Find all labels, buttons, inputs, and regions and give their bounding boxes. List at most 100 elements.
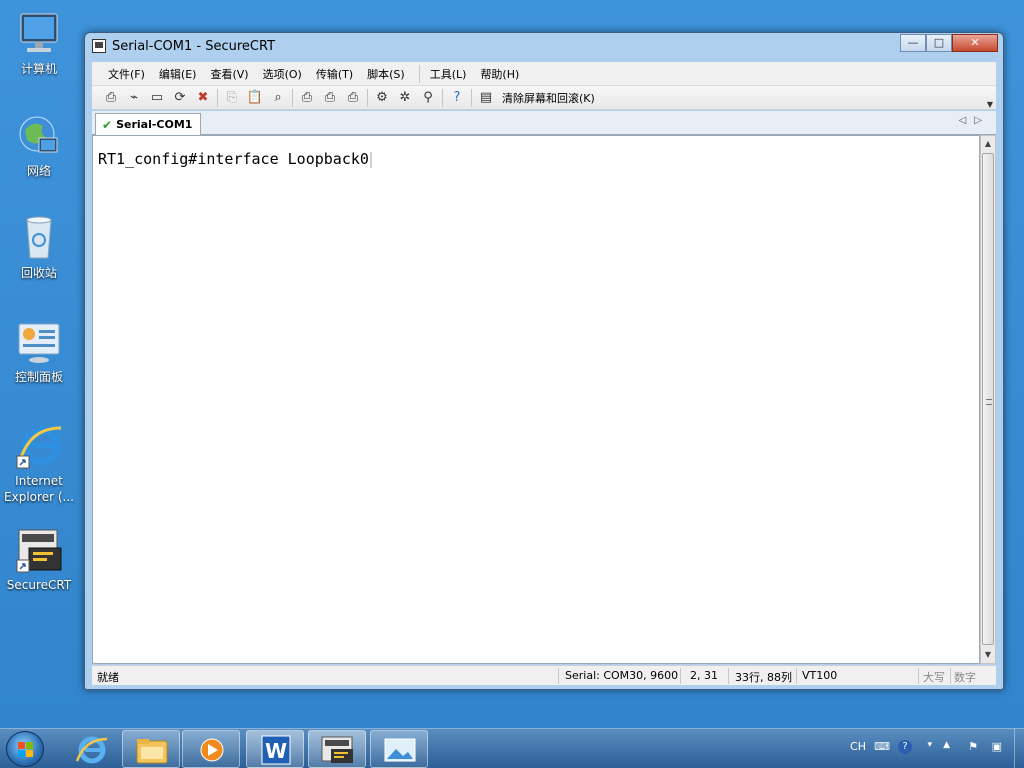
picture-viewer-icon: [384, 738, 416, 762]
language-indicator[interactable]: CH: [850, 740, 866, 753]
print-screen-icon[interactable]: ⎙: [298, 89, 316, 107]
status-bar: 就绪 Serial: COM30, 9600 2, 31 33行, 88列 VT…: [92, 665, 996, 685]
keymap-icon[interactable]: ⚲: [419, 89, 437, 107]
session-options-icon[interactable]: ⚙: [373, 89, 391, 107]
disconnect-icon[interactable]: ✖: [194, 89, 212, 107]
find-icon[interactable]: ⌕: [269, 89, 287, 107]
quick-connect-icon[interactable]: ⌁: [125, 89, 143, 107]
taskbar-securecrt[interactable]: [308, 730, 366, 768]
terminal-line: RT1_config#interface Loopback0: [98, 150, 372, 168]
securecrt-icon: [321, 736, 353, 763]
window-title: Serial-COM1 - SecureCRT: [112, 39, 276, 54]
start-button[interactable]: [6, 731, 44, 767]
menu-edit[interactable]: 编辑(E): [159, 66, 197, 82]
desktop-icon-control-panel[interactable]: 控制面板: [0, 318, 78, 385]
tab-scroll-left-icon[interactable]: ◁: [959, 115, 975, 126]
toolbar-overflow-icon[interactable]: ▼: [987, 100, 993, 109]
network-globe-icon: [15, 112, 63, 160]
taskbar-internet-explorer[interactable]: [62, 730, 120, 768]
connect-icon[interactable]: ⎙: [102, 89, 120, 107]
maximize-button[interactable]: □: [926, 34, 952, 52]
computer-icon: [15, 10, 63, 58]
help-icon[interactable]: ?: [448, 89, 466, 107]
taskbar-picture-viewer[interactable]: [370, 730, 428, 768]
desktop-icon-label: 控制面板: [14, 370, 63, 384]
status-divider: [918, 668, 919, 684]
status-ready: 就绪: [97, 671, 119, 684]
toolbar-separator: [217, 88, 218, 107]
desktop-icon-securecrt[interactable]: SecureCRT: [0, 526, 78, 593]
minimize-button[interactable]: —: [900, 34, 926, 52]
menu-options[interactable]: 选项(O): [263, 66, 302, 82]
toolbar-separator: [471, 88, 472, 107]
app-icon: [92, 39, 106, 53]
status-divider: [796, 668, 797, 684]
desktop-icon-label: Internet Explorer (...: [4, 474, 74, 504]
tab-serial-com1[interactable]: ✔ Serial-COM1: [95, 113, 202, 135]
menu-bar: 文件(F) 编辑(E) 查看(V) 选项(O) 传输(T) 脚本(S) 工具(L…: [92, 62, 996, 86]
toolbar: ⎙ ⌁ ▭ ⟳ ✖ ⎘ 📋 ⌕ ⎙ ⎙ ⎙ ⚙ ✲ ⚲ ? ▤ 清除屏幕和回滚(…: [92, 86, 996, 110]
tab-scroll-right-icon[interactable]: ▷: [974, 115, 990, 126]
print-icon[interactable]: ⎙: [344, 89, 362, 107]
taskbar-file-explorer[interactable]: [122, 730, 180, 768]
scroll-down-icon[interactable]: ▼: [981, 647, 995, 663]
desktop-icon-internet-explorer[interactable]: Internet Explorer (...: [0, 422, 78, 505]
session-tab-bar: ✔ Serial-COM1 ◁▷: [92, 111, 996, 135]
status-divider: [680, 668, 681, 684]
menu-help[interactable]: 帮助(H): [480, 66, 519, 82]
action-center-flag-icon[interactable]: ⚑: [968, 740, 978, 753]
taskbar: W CH ⌨ ? ▾ ▲ ⚑ ▣: [0, 728, 1024, 768]
status-connection: Serial: COM30, 9600: [565, 669, 679, 682]
terminal-text: RT1_config#interface Loopback0: [98, 150, 369, 168]
global-options-icon[interactable]: ✲: [396, 89, 414, 107]
menu-separator: [418, 64, 420, 83]
tab-scroll-arrows: ◁▷: [959, 115, 990, 126]
status-cursor-position: 2, 31: [690, 669, 718, 682]
show-hidden-icons-icon[interactable]: ▲: [943, 740, 950, 750]
connected-check-icon: ✔: [102, 117, 113, 132]
vertical-scrollbar[interactable]: ▲ ▼: [980, 135, 996, 664]
show-desktop-button[interactable]: [1014, 729, 1024, 768]
windows-logo-icon: [18, 742, 34, 758]
terminal-cursor: [369, 151, 372, 168]
internet-explorer-icon: [15, 422, 63, 470]
media-player-icon: [200, 738, 224, 762]
copy-icon[interactable]: ⎘: [223, 89, 241, 107]
print-selection-icon[interactable]: ⎙: [321, 89, 339, 107]
clear-screen-icon[interactable]: ▤: [477, 89, 495, 107]
menu-file[interactable]: 文件(F): [108, 66, 145, 82]
internet-explorer-icon: [75, 736, 108, 764]
close-button[interactable]: ✕: [952, 34, 998, 52]
toolbar-separator: [367, 88, 368, 107]
status-dimensions: 33行, 88列: [735, 671, 792, 684]
menu-view[interactable]: 查看(V): [210, 66, 248, 82]
status-divider: [728, 668, 729, 684]
title-bar[interactable]: Serial-COM1 - SecureCRT — □ ✕: [85, 33, 1003, 61]
status-emulation: VT100: [802, 669, 838, 682]
help-tray-icon[interactable]: ?: [898, 740, 912, 754]
taskbar-media-player[interactable]: [182, 730, 240, 768]
menu-transfer[interactable]: 传输(T): [316, 66, 353, 82]
taskbar-word[interactable]: W: [246, 730, 304, 768]
desktop-icon-computer[interactable]: 计算机: [0, 10, 78, 77]
desktop-icon-label: SecureCRT: [6, 578, 72, 592]
desktop-icon-network[interactable]: 网络: [0, 112, 78, 179]
clear-screen-button[interactable]: 清除屏幕和回滚(K): [502, 90, 595, 106]
paste-icon[interactable]: 📋: [246, 89, 264, 107]
securecrt-icon: [15, 526, 63, 574]
reconnect-icon[interactable]: ⟳: [171, 89, 189, 107]
scroll-up-icon[interactable]: ▲: [981, 136, 995, 152]
scroll-grip: [986, 399, 992, 405]
network-tray-icon[interactable]: ▣: [992, 740, 1002, 753]
ime-options-icon[interactable]: ▾: [927, 740, 932, 750]
menu-tools[interactable]: 工具(L): [430, 66, 467, 82]
scroll-thumb[interactable]: [982, 153, 994, 645]
menu-script[interactable]: 脚本(S): [367, 66, 405, 82]
terminal-area[interactable]: RT1_config#interface Loopback0: [92, 135, 980, 664]
keyboard-icon[interactable]: ⌨: [874, 740, 890, 753]
desktop-icon-label: 计算机: [20, 62, 57, 76]
desktop-icon-recycle-bin[interactable]: 回收站: [0, 214, 78, 281]
desktop-icon-label: 网络: [26, 164, 51, 178]
connect-in-tab-icon[interactable]: ▭: [148, 89, 166, 107]
status-divider: [950, 668, 951, 684]
